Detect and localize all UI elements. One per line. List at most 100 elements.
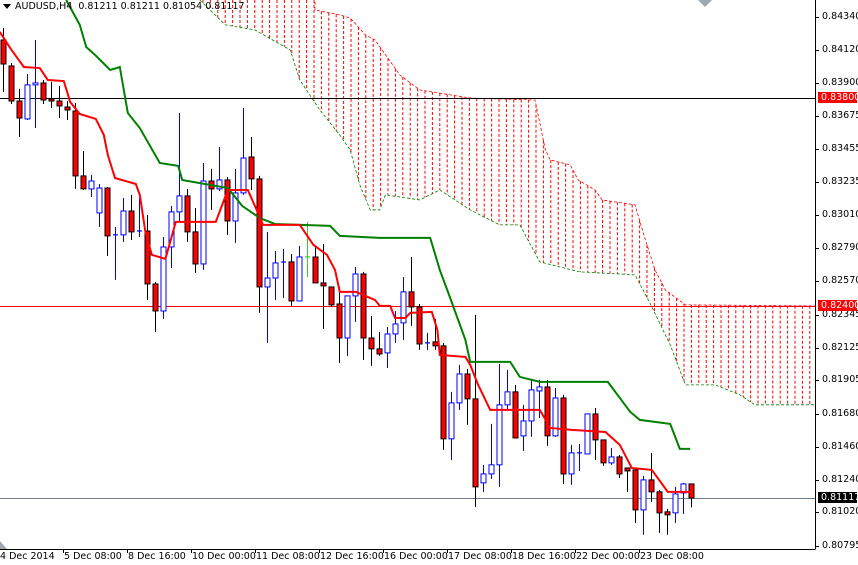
bull-candle	[504, 369, 511, 410]
candle-body	[384, 333, 391, 354]
price-tick-label: 0.81680	[822, 407, 858, 419]
bear-candle	[248, 136, 255, 190]
bull-candle	[32, 39, 39, 129]
bull-candle	[400, 276, 407, 340]
price-tick-label: 0.81240	[822, 473, 858, 485]
candle-body	[320, 282, 327, 287]
price-chart[interactable]	[0, 0, 858, 565]
bear-candle	[64, 101, 71, 120]
candle-body	[528, 389, 535, 422]
time-tick-label: 23 Dec 08:00	[640, 551, 704, 562]
candle-body	[536, 386, 543, 392]
bear-candle	[472, 314, 479, 507]
bear-candle	[184, 188, 191, 242]
bull-candle	[488, 423, 495, 479]
bull-candle	[480, 464, 487, 492]
bear-candle	[440, 342, 447, 450]
candle-body	[472, 398, 479, 488]
price-tick-label: 0.82125	[822, 341, 858, 353]
candle-body	[264, 277, 271, 288]
price-tick-label: 0.81905	[822, 374, 858, 386]
bear-candle	[312, 245, 319, 284]
bear-candle	[48, 81, 55, 109]
candle-body	[176, 195, 183, 213]
candle-body	[592, 413, 599, 441]
bear-candle	[512, 384, 519, 439]
chart-shift-marker-icon[interactable]	[698, 0, 712, 7]
candle-body	[512, 391, 519, 439]
bear-candle	[360, 271, 367, 360]
bull-candle	[384, 326, 391, 368]
kijun-sen-line	[65, 0, 691, 450]
bear-candle	[648, 452, 655, 502]
candle-body	[624, 467, 631, 472]
bear-candle	[224, 176, 231, 235]
time-tick-label: 18 Dec 16:00	[512, 551, 576, 562]
chart-header: AUDUSD,H4 0.81211 0.81211 0.81054 0.8111…	[3, 1, 245, 12]
candle-body	[448, 402, 455, 440]
candle-body	[8, 65, 15, 102]
candle-body	[464, 373, 471, 400]
bull-candle	[584, 413, 591, 455]
time-tick-label: 22 Dec 00:00	[576, 551, 640, 562]
bull-candle	[425, 332, 430, 350]
candle-body	[520, 420, 527, 437]
price-tick-label: 0.83675	[822, 110, 858, 122]
bear-candle	[152, 281, 159, 332]
bull-candle	[520, 404, 527, 451]
bear-candle	[408, 256, 415, 326]
bull-candle	[216, 146, 223, 191]
bull-candle	[577, 443, 582, 471]
candle-body	[496, 404, 503, 466]
bear-candle	[664, 508, 671, 535]
bull-candle	[296, 245, 303, 302]
candle-body	[480, 473, 487, 484]
candle-body	[128, 210, 135, 233]
candle-body	[312, 256, 319, 284]
candle-body	[640, 479, 647, 511]
bear-candle	[320, 243, 327, 329]
time-tick-label: 11 Dec 08:00	[256, 551, 320, 562]
bear-candle	[336, 286, 343, 363]
candle-body	[560, 397, 567, 475]
bull-candle	[281, 248, 286, 298]
bull-candle	[640, 475, 647, 535]
bear-candle	[80, 151, 87, 190]
bull-candle	[232, 168, 239, 243]
horizontal-lines[interactable]	[0, 98, 815, 499]
price-tick-label: 0.84120	[822, 43, 858, 55]
current-price-tag: 0.81117	[818, 491, 858, 503]
bull-candle	[305, 221, 310, 277]
candle-body	[552, 397, 559, 437]
bear-candle	[56, 85, 63, 119]
candle-body	[224, 179, 231, 222]
candle-body	[360, 273, 367, 339]
candle-body	[24, 84, 31, 120]
price-tick-label: 0.83010	[822, 209, 858, 221]
time-tick-label: 17 Dec 08:00	[448, 551, 512, 562]
candle-body	[80, 175, 87, 190]
candle-body	[288, 261, 295, 302]
candle-body	[392, 323, 399, 335]
bull-candle	[272, 250, 279, 300]
candles	[0, 28, 695, 535]
bull-candle	[200, 162, 207, 270]
dropdown-triangle-icon[interactable]	[3, 4, 11, 9]
bear-candle	[288, 253, 295, 306]
bear-candle	[416, 303, 423, 350]
candle-body	[504, 391, 511, 406]
ohlc-values: 0.81211 0.81211 0.81054 0.81117	[78, 1, 245, 12]
candle-body	[432, 341, 439, 347]
bull-candle	[96, 183, 103, 227]
symbol-label: AUDUSD,H4	[15, 1, 73, 12]
candle-body	[152, 283, 159, 312]
candle-body	[544, 386, 551, 437]
time-tick-label: 10 Dec 00:00	[192, 551, 256, 562]
candle-body	[344, 295, 351, 339]
candle-body	[440, 345, 447, 440]
candle-body	[32, 82, 39, 86]
bull-candle	[568, 444, 575, 485]
candle-body	[328, 286, 335, 306]
bull-candle	[608, 447, 615, 465]
candle-body	[48, 98, 55, 102]
